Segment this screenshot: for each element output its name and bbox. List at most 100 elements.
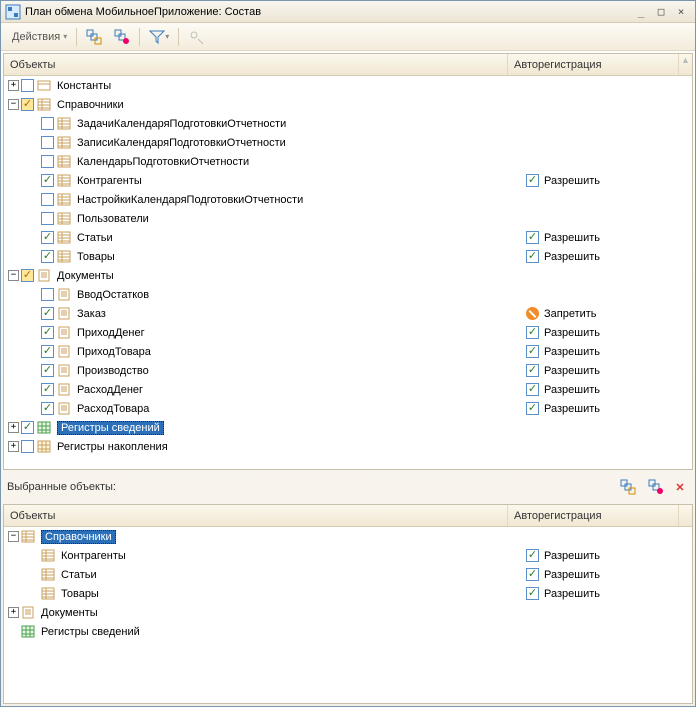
autoreg-checkbox[interactable]: [526, 402, 539, 415]
filter-icon[interactable]: ▾: [144, 26, 174, 48]
autoreg-checkbox[interactable]: [526, 250, 539, 263]
refresh-icon[interactable]: [183, 26, 209, 48]
doc-icon: [21, 606, 37, 619]
tree-row[interactable]: ПроизводствоРазрешить: [4, 361, 692, 380]
tree-row[interactable]: ВводОстатков: [4, 285, 692, 304]
cat-icon: [41, 587, 57, 600]
expand-icon[interactable]: +: [8, 441, 19, 452]
prohibit-icon: [526, 307, 539, 320]
tree-row[interactable]: ЗаказЗапретить: [4, 304, 692, 323]
selected-column-header-auto[interactable]: Авторегистрация: [508, 505, 678, 526]
tree-row[interactable]: Пользователи: [4, 209, 692, 228]
include-checkbox[interactable]: [41, 174, 54, 187]
expand-icon[interactable]: +: [8, 422, 19, 433]
cat-icon: [57, 250, 73, 263]
tree-row[interactable]: ТоварыРазрешить: [4, 584, 692, 603]
expand-all-icon[interactable]: [81, 26, 107, 48]
autoreg-checkbox[interactable]: [526, 326, 539, 339]
tree-row[interactable]: +Константы: [4, 76, 692, 95]
include-checkbox[interactable]: [21, 269, 34, 282]
tree-row[interactable]: ЗаписиКалендаряПодготовкиОтчетности: [4, 133, 692, 152]
include-checkbox[interactable]: [41, 117, 54, 130]
autoreg-label: Разрешить: [544, 365, 600, 377]
collapse-icon[interactable]: −: [8, 531, 19, 542]
tree-row[interactable]: НастройкиКалендаряПодготовкиОтчетности: [4, 190, 692, 209]
collapse-icon[interactable]: −: [8, 270, 19, 281]
collapse-all-icon[interactable]: [109, 26, 135, 48]
autoreg-checkbox[interactable]: [526, 587, 539, 600]
autoreg-checkbox[interactable]: [526, 568, 539, 581]
tree-row[interactable]: Статьи Разрешить: [4, 565, 692, 584]
include-checkbox[interactable]: [41, 345, 54, 358]
tree-row[interactable]: −Справочники: [4, 95, 692, 114]
tree-row[interactable]: КалендарьПодготовкиОтчетности: [4, 152, 692, 171]
cat-icon: [41, 549, 57, 562]
tree-row[interactable]: ПриходДенегРазрешить: [4, 323, 692, 342]
cat-icon: [57, 155, 73, 168]
tree-row[interactable]: КонтрагентыРазрешить: [4, 546, 692, 565]
grid-body[interactable]: +Константы−СправочникиЗадачиКалендаряПод…: [4, 76, 692, 469]
include-checkbox[interactable]: [41, 326, 54, 339]
include-checkbox[interactable]: [41, 364, 54, 377]
column-header-auto[interactable]: Авторегистрация: [508, 54, 678, 75]
selected-grid-body[interactable]: −СправочникиКонтрагентыРазрешить Статьи Ра…: [4, 527, 692, 703]
include-checkbox[interactable]: [21, 421, 34, 434]
tree-row[interactable]: +Регистры сведений: [4, 418, 692, 437]
include-checkbox[interactable]: [41, 231, 54, 244]
expand-icon[interactable]: +: [8, 607, 19, 618]
tree-row[interactable]: ТоварыРазрешить: [4, 247, 692, 266]
include-checkbox[interactable]: [41, 307, 54, 320]
tree-row[interactable]: −Справочники: [4, 527, 692, 546]
include-checkbox[interactable]: [41, 155, 54, 168]
include-checkbox[interactable]: [21, 98, 34, 111]
cat-icon: [41, 568, 57, 581]
include-checkbox[interactable]: [41, 193, 54, 206]
row-label: Пользователи: [77, 213, 149, 225]
remove-selected-icon[interactable]: ✕: [671, 481, 689, 494]
tree-row[interactable]: ПриходТовараРазрешить: [4, 342, 692, 361]
minimize-button[interactable]: _: [631, 3, 651, 21]
tree-row[interactable]: РасходТовараРазрешить: [4, 399, 692, 418]
tree-row[interactable]: СтатьиРазрешить: [4, 228, 692, 247]
autoreg-checkbox[interactable]: [526, 364, 539, 377]
tree-row[interactable]: ЗадачиКалендаряПодготовкиОтчетности: [4, 114, 692, 133]
column-end: ▲: [678, 54, 692, 75]
autoreg-label: Разрешить: [544, 569, 600, 581]
include-checkbox[interactable]: [41, 250, 54, 263]
autoreg-checkbox[interactable]: [526, 345, 539, 358]
autoreg-checkbox[interactable]: [526, 231, 539, 244]
selected-column-header-objects[interactable]: Объекты: [4, 505, 508, 526]
tree-row[interactable]: КонтрагентыРазрешить: [4, 171, 692, 190]
row-label: Статьи: [61, 569, 97, 581]
expand-icon[interactable]: +: [8, 80, 19, 91]
tree-row[interactable]: −Документы: [4, 266, 692, 285]
include-checkbox[interactable]: [41, 212, 54, 225]
row-label: Товары: [77, 251, 115, 263]
actions-menu-button[interactable]: Действия ▾: [7, 28, 72, 46]
tree-row[interactable]: +Регистры накопления: [4, 437, 692, 456]
tree-row[interactable]: Регистры сведений: [4, 622, 692, 641]
row-label: РасходДенег: [77, 384, 143, 396]
reg2-icon: [37, 440, 53, 453]
cat-icon: [57, 117, 73, 130]
expand-selected-icon[interactable]: [615, 476, 641, 498]
include-checkbox[interactable]: [41, 136, 54, 149]
autoreg-checkbox[interactable]: [526, 549, 539, 562]
autoreg-checkbox[interactable]: [526, 383, 539, 396]
collapse-selected-icon[interactable]: [643, 476, 669, 498]
include-checkbox[interactable]: [41, 288, 54, 301]
doc-icon: [57, 307, 73, 320]
include-checkbox[interactable]: [41, 402, 54, 415]
const-icon: [37, 79, 53, 92]
include-checkbox[interactable]: [21, 79, 34, 92]
include-checkbox[interactable]: [41, 383, 54, 396]
tree-row[interactable]: +Документы: [4, 603, 692, 622]
maximize-button[interactable]: □: [651, 3, 671, 21]
tree-row[interactable]: РасходДенегРазрешить: [4, 380, 692, 399]
column-header-objects[interactable]: Объекты: [4, 54, 508, 75]
close-button[interactable]: ×: [671, 3, 691, 21]
grid-header: Объекты Авторегистрация ▲: [4, 54, 692, 76]
collapse-icon[interactable]: −: [8, 99, 19, 110]
include-checkbox[interactable]: [21, 440, 34, 453]
autoreg-checkbox[interactable]: [526, 174, 539, 187]
